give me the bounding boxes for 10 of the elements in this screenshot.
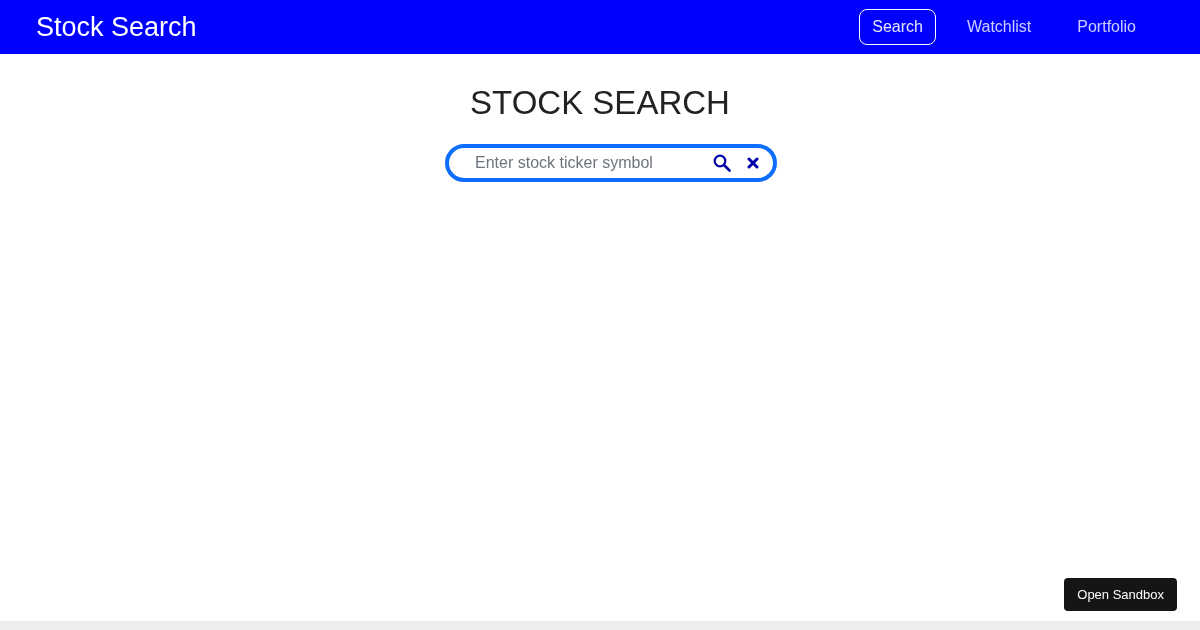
nav-link[interactable]: Portfolio <box>1062 9 1151 45</box>
page-heading: STOCK SEARCH <box>470 84 730 122</box>
search-icon[interactable] <box>713 154 731 172</box>
open-sandbox-button[interactable]: Open Sandbox <box>1064 578 1177 611</box>
clear-icon[interactable] <box>747 157 759 169</box>
search-input[interactable]: Enter stock ticker symbol <box>473 153 697 173</box>
brand-title[interactable]: Stock Search <box>36 11 197 43</box>
nav-link[interactable]: Search <box>859 9 936 45</box>
nav-link[interactable]: Watchlist <box>952 9 1047 45</box>
search-field[interactable]: Enter stock ticker symbol <box>445 144 777 182</box>
